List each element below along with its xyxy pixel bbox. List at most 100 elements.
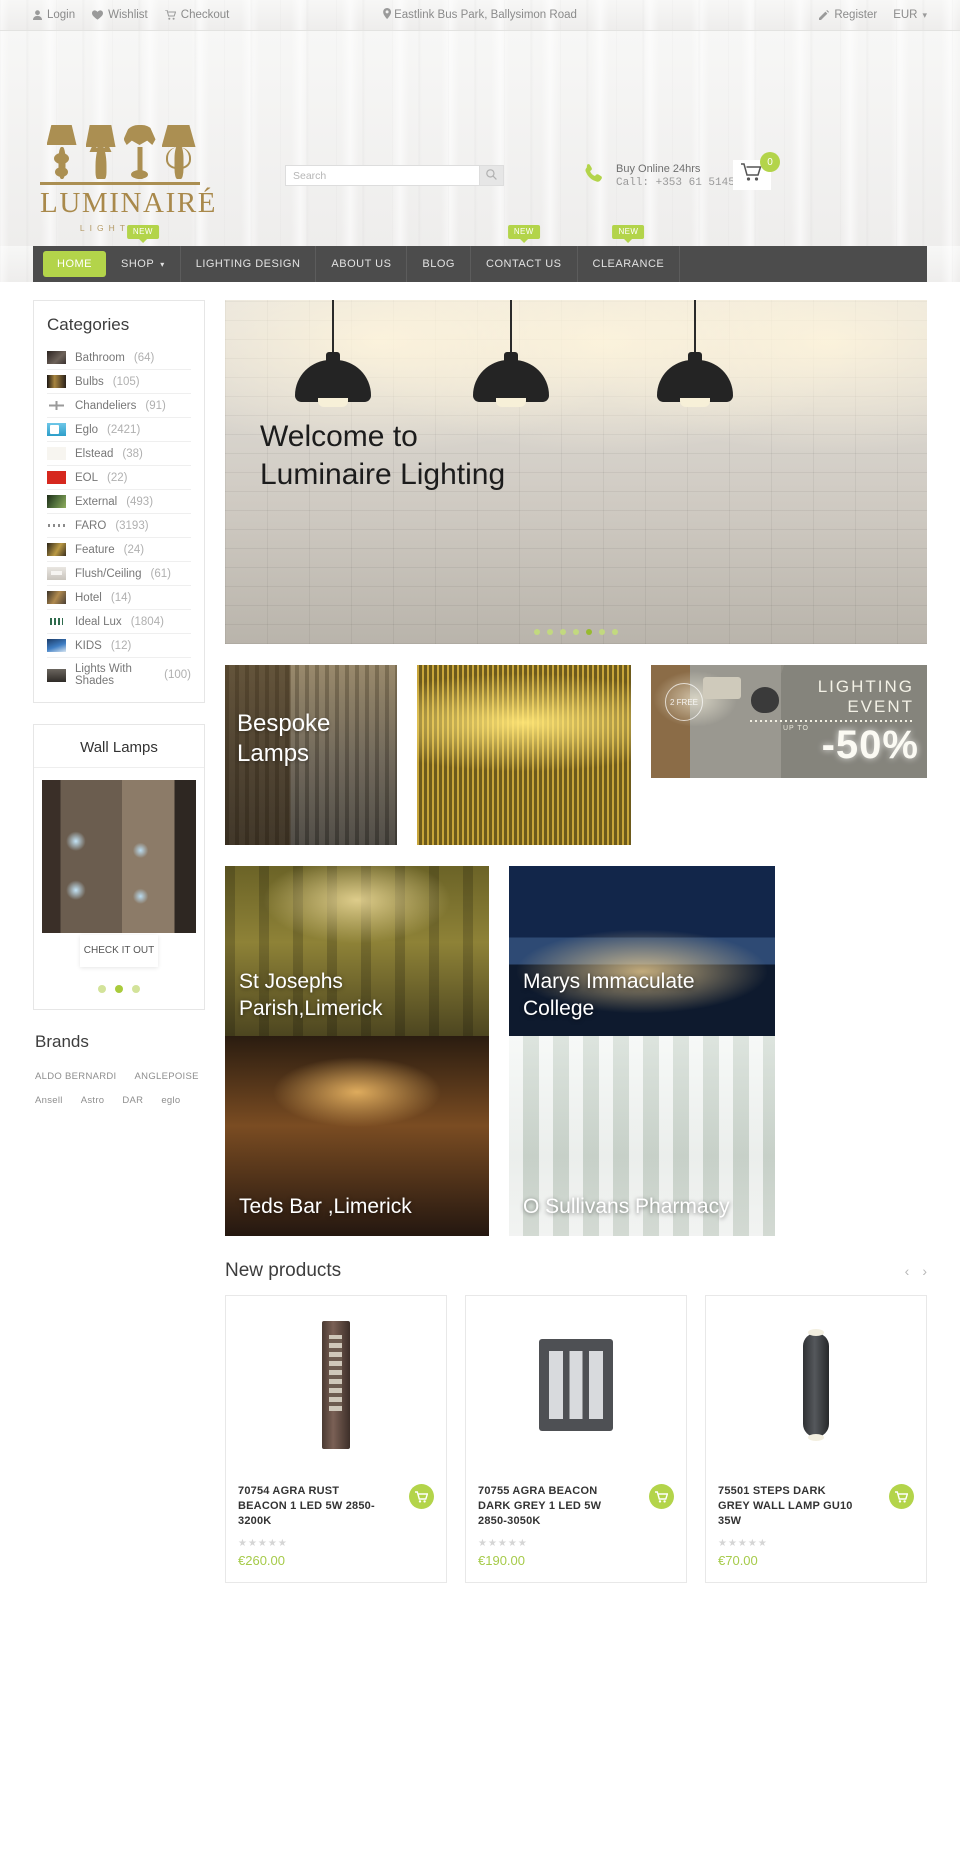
site-logo[interactable]: LUMINAIRÉ LIGHTING — [40, 123, 216, 233]
category-count: (100) — [164, 669, 191, 681]
product-rating: ★★★★★ — [478, 1538, 528, 1549]
category-item[interactable]: External (493) — [47, 490, 191, 514]
carousel-prev-icon[interactable]: ‹ — [905, 1263, 910, 1279]
hero-dot[interactable] — [599, 629, 605, 635]
category-item[interactable]: Feature (24) — [47, 538, 191, 562]
category-count: (91) — [145, 399, 166, 412]
brand-link[interactable]: DAR — [122, 1095, 143, 1106]
category-thumbnail — [47, 615, 66, 628]
hero-slider-dots[interactable] — [534, 629, 618, 635]
nav-item-home[interactable]: HOME — [43, 251, 106, 277]
promo-lighting-event[interactable]: 2 FREE LIGHTING EVENT UP TO -50% — [651, 665, 927, 778]
project-gallery: St Josephs Parish,Limerick Teds Bar ,Lim… — [225, 866, 927, 1236]
promo-event-line-1: LIGHTING — [817, 677, 914, 696]
promo-chandelier[interactable] — [417, 665, 631, 845]
category-thumbnail — [47, 447, 66, 460]
product-card[interactable]: 70754 AGRA RUST BEACON 1 LED 5W 2850-320… — [225, 1295, 447, 1583]
category-item[interactable]: Lights With Shades (100) — [47, 658, 191, 692]
promo-event-divider — [750, 720, 914, 722]
contact-block: Buy Online 24hrs Call: +353 61 514500 — [583, 162, 748, 190]
hero-dot[interactable] — [547, 629, 553, 635]
pencil-icon — [819, 10, 830, 20]
search-form[interactable] — [285, 165, 504, 186]
product-card[interactable]: 70755 AGRA BEACON DARK GREY 1 LED 5W 285… — [465, 1295, 687, 1583]
check-it-out-button[interactable]: CHECK IT OUT — [80, 935, 158, 967]
brand-link[interactable]: ALDO BERNARDI — [35, 1071, 117, 1082]
cart-icon — [655, 1490, 668, 1503]
category-label: Ideal Lux — [75, 615, 122, 628]
checkout-label: Checkout — [180, 9, 230, 21]
category-item[interactable]: FARO (3193) — [47, 514, 191, 538]
main-content: Welcome to Luminaire Lighting Bespoke La… — [225, 300, 927, 1583]
gallery-item[interactable]: O Sullivans Pharmacy — [509, 1036, 775, 1236]
gallery-item[interactable]: St Josephs Parish,Limerick — [225, 866, 489, 1036]
top-bar: Login Wishlist Checkout Eastlink Bus Par… — [0, 0, 960, 31]
product-card[interactable]: 75501 STEPS DARK GREY WALL LAMP GU10 35W… — [705, 1295, 927, 1583]
hero-dot[interactable] — [534, 629, 540, 635]
category-item[interactable]: EOL (22) — [47, 466, 191, 490]
wishlist-link[interactable]: Wishlist — [92, 9, 148, 21]
hero-slider[interactable]: Welcome to Luminaire Lighting — [225, 300, 927, 644]
product-info: 70755 AGRA BEACON DARK GREY 1 LED 5W 285… — [466, 1474, 686, 1582]
category-thumbnail — [47, 495, 66, 508]
product-name: 75501 STEPS DARK GREY WALL LAMP GU10 35W — [718, 1485, 853, 1527]
add-to-cart-button[interactable] — [409, 1484, 434, 1509]
wall-lamps-dot[interactable] — [132, 985, 140, 993]
search-button[interactable] — [480, 165, 504, 186]
brand-link[interactable]: Ansell — [35, 1095, 63, 1106]
login-link[interactable]: Login — [33, 9, 75, 21]
category-thumbnail — [47, 519, 66, 532]
category-item[interactable]: Hotel (14) — [47, 586, 191, 610]
nav-item-label: CLEARANCE — [592, 258, 665, 270]
shopping-cart-icon — [741, 163, 763, 187]
gallery-item[interactable]: Marys Immaculate College — [509, 866, 775, 1036]
chevron-down-icon: ▾ — [160, 259, 165, 269]
carousel-next-icon[interactable]: › — [922, 1263, 927, 1279]
product-image[interactable] — [226, 1296, 446, 1474]
category-item[interactable]: Chandeliers (91) — [47, 394, 191, 418]
category-item[interactable]: Flush/Ceiling (61) — [47, 562, 191, 586]
checkout-link[interactable]: Checkout — [164, 9, 230, 21]
category-item[interactable]: Ideal Lux (1804) — [47, 610, 191, 634]
nav-item-blog[interactable]: BLOG — [407, 246, 471, 282]
add-to-cart-button[interactable] — [889, 1484, 914, 1509]
product-image[interactable] — [466, 1296, 686, 1474]
hero-dot[interactable] — [560, 629, 566, 635]
brand-link[interactable]: eglo — [161, 1095, 180, 1106]
category-item[interactable]: Bathroom (64) — [47, 346, 191, 370]
nav-item-label: SHOP — [121, 258, 155, 270]
product-image[interactable] — [706, 1296, 926, 1474]
promo-bespoke-lamps[interactable]: Bespoke Lamps — [225, 665, 397, 845]
category-item[interactable]: Bulbs (105) — [47, 370, 191, 394]
wall-lamps-image[interactable]: CHECK IT OUT — [42, 780, 196, 967]
wall-lamps-dot[interactable] — [98, 985, 106, 993]
nav-item-clearance[interactable]: CLEARANCE NEW — [578, 225, 681, 282]
nav-item-contact-us[interactable]: CONTACT US NEW — [471, 225, 578, 282]
mini-cart[interactable]: 0 — [733, 152, 780, 190]
nav-item-shop[interactable]: SHOP ▾ NEW — [106, 225, 181, 282]
sidebar: Categories Bathroom (64) Bulbs (105) Chandel… — [33, 300, 205, 1583]
promo-event-line-2: EVENT — [847, 697, 914, 716]
nav-item-lighting-design[interactable]: LIGHTING DESIGN — [181, 246, 317, 282]
wall-lamps-title: Wall Lamps — [34, 725, 204, 768]
nav-item-about-us[interactable]: ABOUT US — [316, 246, 408, 282]
register-link[interactable]: Register — [819, 9, 877, 21]
hero-dot[interactable] — [573, 629, 579, 635]
hero-dot[interactable] — [586, 629, 592, 635]
arc-lamp-icon — [751, 687, 779, 713]
category-item[interactable]: Eglo (2421) — [47, 418, 191, 442]
hero-dot[interactable] — [612, 629, 618, 635]
wall-lamps-dot[interactable] — [115, 985, 123, 993]
brand-link[interactable]: ANGLEPOISE — [135, 1071, 199, 1082]
currency-selector[interactable]: EUR ▾ — [893, 9, 927, 21]
gallery-item[interactable]: Teds Bar ,Limerick — [225, 1036, 489, 1236]
category-thumbnail — [47, 399, 66, 412]
category-item[interactable]: KIDS (12) — [47, 634, 191, 658]
search-input[interactable] — [285, 165, 480, 186]
brand-link[interactable]: Astro — [81, 1095, 105, 1106]
category-count: (14) — [110, 591, 132, 604]
category-item[interactable]: Elstead (38) — [47, 442, 191, 466]
add-to-cart-button[interactable] — [649, 1484, 674, 1509]
category-thumbnail — [47, 375, 66, 388]
hero-headline: Welcome to Luminaire Lighting — [260, 420, 506, 491]
